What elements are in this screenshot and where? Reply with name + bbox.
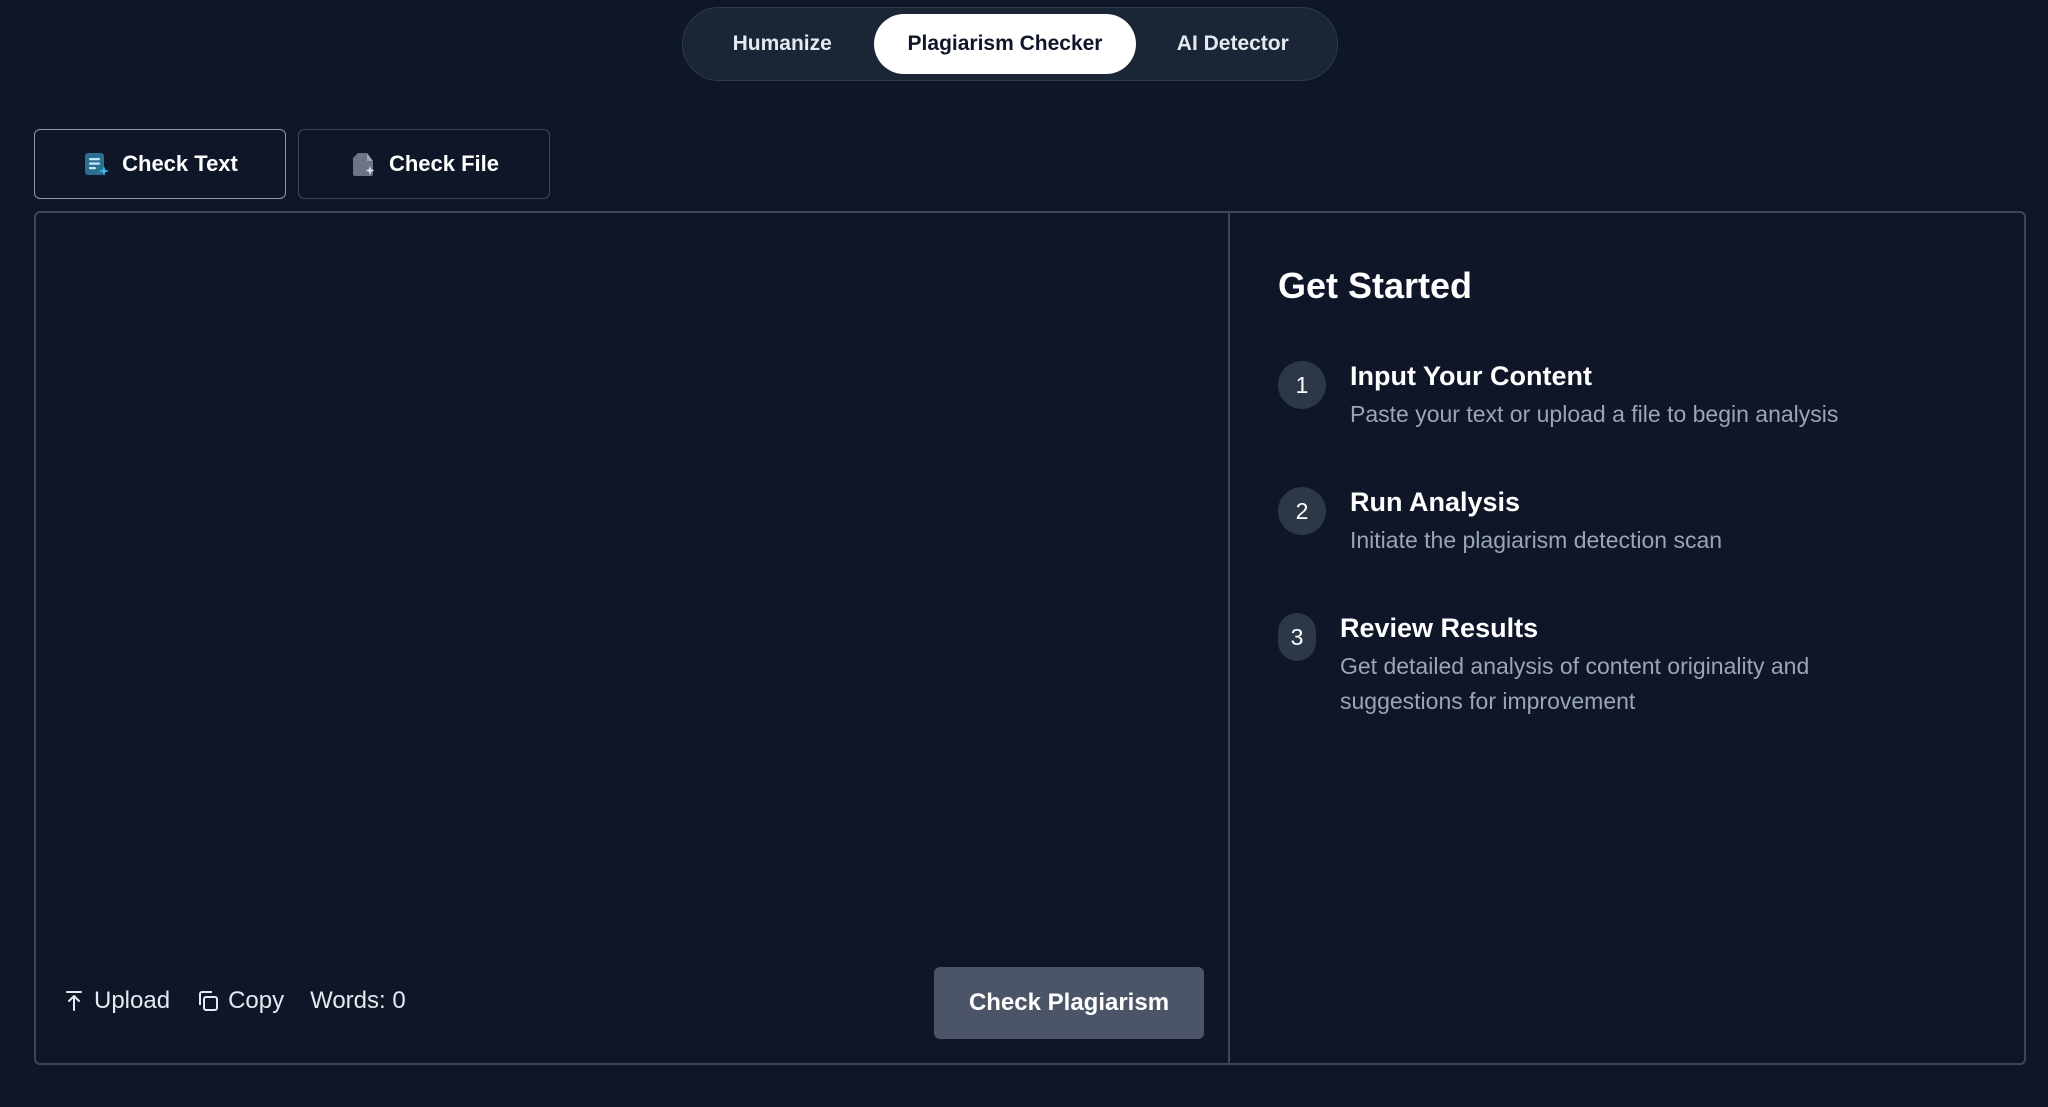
copy-button[interactable]: Copy: [196, 987, 284, 1015]
step-item: 1 Input Your Content Paste your text or …: [1278, 359, 1910, 432]
step-description: Initiate the plagiarism detection scan: [1350, 527, 1723, 553]
upload-button[interactable]: Upload: [62, 987, 170, 1015]
step-title: Run Analysis: [1350, 487, 1521, 517]
upload-label: Upload: [94, 987, 171, 1014]
copy-label: Copy: [228, 987, 285, 1014]
step-number: 2: [1278, 487, 1326, 535]
text-editor-pane: Upload Copy Words: 0 Check Plagiarism: [36, 213, 1230, 1063]
step-description: Paste your text or upload a file to begi…: [1350, 401, 1839, 427]
step-description: Get detailed analysis of content origina…: [1340, 653, 1810, 714]
step-title: Review Results: [1340, 613, 1539, 643]
check-file-tab[interactable]: Check File: [298, 129, 550, 199]
check-text-label: Check Text: [122, 151, 238, 176]
tab-ai-detector[interactable]: AI Detector: [1136, 14, 1330, 74]
guide-title: Get Started: [1278, 265, 1473, 306]
upload-icon: [66, 991, 82, 1011]
step-item: 2 Run Analysis Initiate the plagiarism d…: [1278, 485, 1910, 558]
main-panel: Upload Copy Words: 0 Check Plagiarism Ge…: [34, 211, 2026, 1065]
text-document-icon: [85, 153, 110, 176]
check-text-tab[interactable]: Check Text: [34, 129, 286, 199]
step-number: 3: [1278, 613, 1316, 661]
word-count: Words: 0: [310, 987, 406, 1014]
copy-icon: [199, 991, 219, 1011]
file-icon: [352, 153, 375, 176]
editor-toolbar: Upload Copy Words: 0: [62, 965, 406, 1037]
content-input[interactable]: [56, 233, 1206, 953]
check-plagiarism-button[interactable]: Check Plagiarism: [934, 967, 1204, 1039]
plagiarism-checker-page: Humanize Plagiarism Checker AI Detector …: [0, 0, 2048, 1107]
step-item: 3 Review Results Get detailed analysis o…: [1278, 611, 1900, 719]
tool-switcher: Humanize Plagiarism Checker AI Detector: [682, 7, 1338, 81]
check-file-label: Check File: [388, 151, 500, 176]
step-title: Input Your Content: [1350, 361, 1592, 391]
step-number: 1: [1278, 361, 1326, 409]
tab-humanize[interactable]: Humanize: [690, 14, 874, 74]
get-started-guide: Get Started 1 Input Your Content Paste y…: [1230, 213, 2024, 1063]
tab-plagiarism-checker[interactable]: Plagiarism Checker: [874, 14, 1136, 74]
